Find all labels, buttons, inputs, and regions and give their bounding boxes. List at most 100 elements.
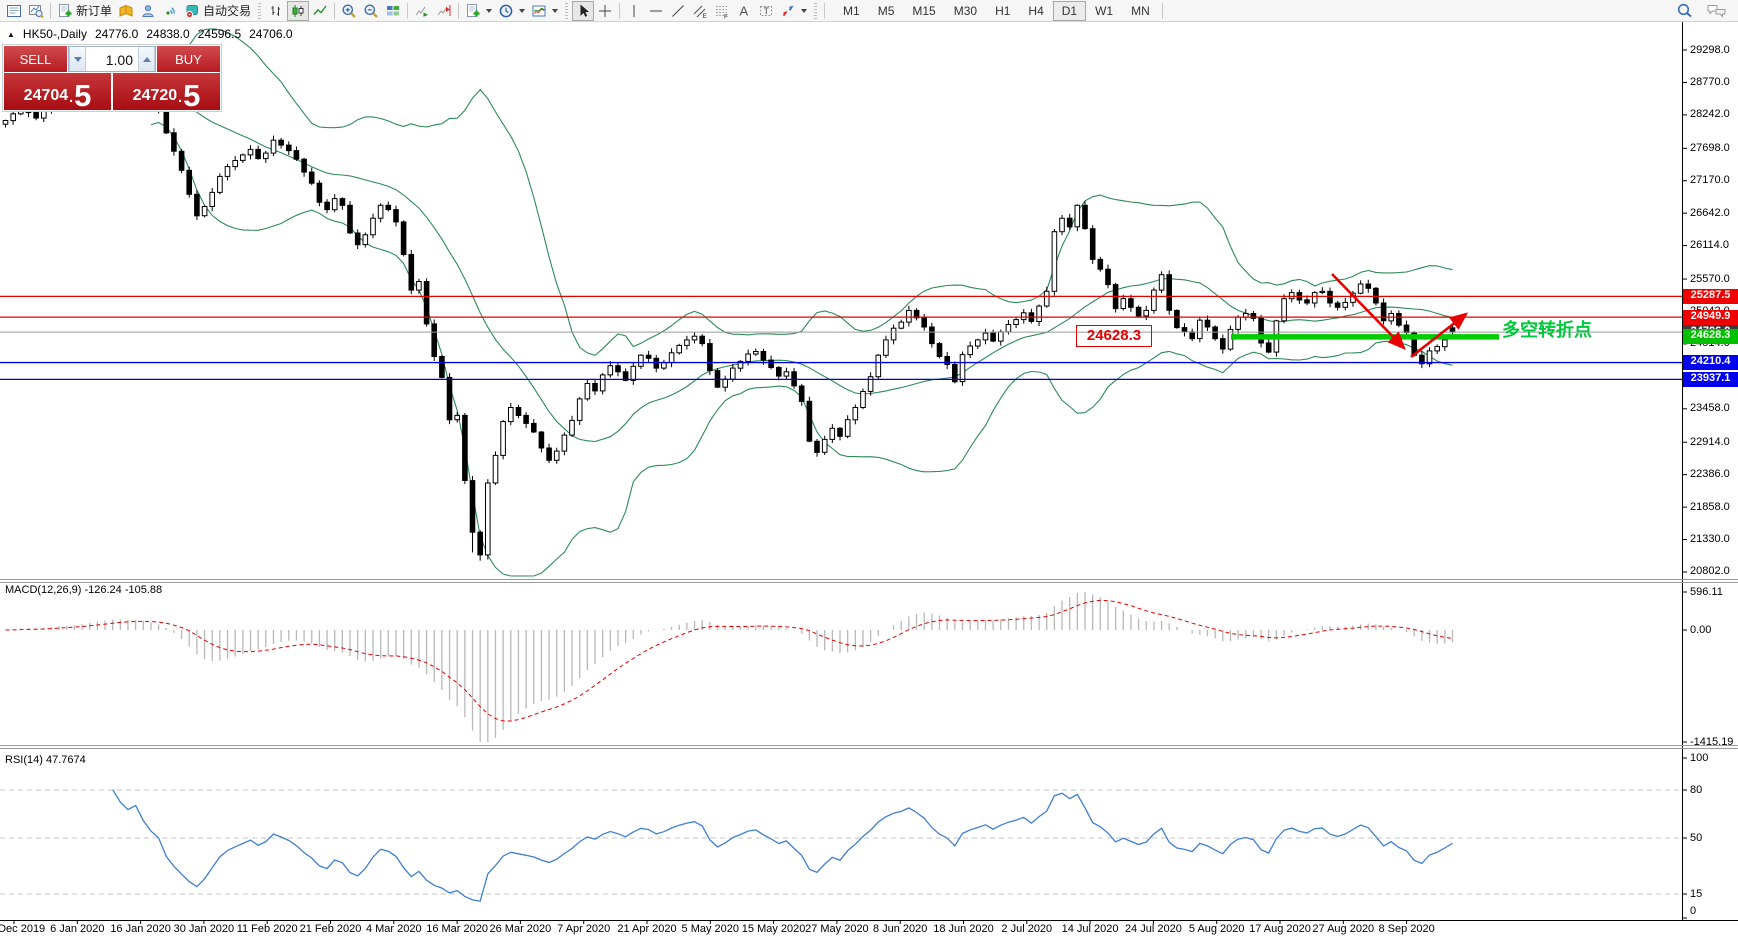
svg-text:A: A <box>740 3 749 18</box>
zoom-in-button[interactable] <box>338 1 360 21</box>
chart-shift-icon <box>436 3 452 19</box>
periods-button[interactable] <box>495 1 528 21</box>
chart-canvas <box>0 0 1738 937</box>
vertical-line-button[interactable] <box>623 1 645 21</box>
trendline-icon <box>670 3 686 19</box>
mql5-community-button[interactable] <box>137 1 159 21</box>
decrease-caret-icon <box>74 57 82 62</box>
volume-decrease-button[interactable] <box>69 47 86 71</box>
buy-price[interactable]: 24720.5 <box>113 73 220 110</box>
toolbar-separator <box>334 3 335 19</box>
toolbar-right <box>1676 2 1728 20</box>
terminal-panel-button[interactable] <box>3 1 25 21</box>
toolbar-drag-handle[interactable] <box>258 3 261 19</box>
timeframe-button-M1[interactable]: M1 <box>834 1 869 21</box>
price-tag: 24949.9 <box>1683 310 1738 325</box>
price-level-annotation[interactable]: 24628.3 <box>1076 325 1152 347</box>
price-tag: 24210.4 <box>1683 355 1738 370</box>
timeframe-button-M15[interactable]: M15 <box>903 1 944 21</box>
chat-icon[interactable] <box>1706 2 1728 20</box>
equidistant-channel-button[interactable]: E <box>689 1 711 21</box>
price-axis-tick: 22914.0 <box>1690 436 1730 448</box>
bar-chart-button[interactable] <box>265 1 287 21</box>
toolbar-separator <box>50 3 51 19</box>
ohlc-close: 24706.0 <box>249 27 292 41</box>
arrows-button[interactable] <box>777 1 810 21</box>
signals-button[interactable] <box>159 1 181 21</box>
zoom-out-button[interactable] <box>360 1 382 21</box>
candlestick-chart-button[interactable] <box>287 1 309 21</box>
timeframe-button-MN[interactable]: MN <box>1122 1 1159 21</box>
auto-trading-label: 自动交易 <box>203 2 251 19</box>
chart-title: ▲ HK50-,Daily 24776.0 24838.0 24596.5 24… <box>7 27 293 41</box>
tile-windows-button[interactable] <box>382 1 404 21</box>
timeframe-button-W1[interactable]: W1 <box>1086 1 1122 21</box>
horizontal-line-button[interactable] <box>645 1 667 21</box>
price-axis-tick: 20802.0 <box>1690 565 1730 577</box>
sell-price[interactable]: 24704.5 <box>4 73 111 110</box>
line-chart-icon <box>312 3 328 19</box>
auto-trading-button[interactable]: 自动交易 <box>181 1 254 21</box>
templates-button[interactable] <box>528 1 561 21</box>
price-axis-tick: 26114.0 <box>1690 239 1729 251</box>
collapse-panel-icon[interactable]: ▲ <box>7 30 15 39</box>
toolbar-separator <box>458 3 459 19</box>
price-tag: 24628.3 <box>1683 329 1738 344</box>
price-axis-tick: 27698.0 <box>1690 142 1730 154</box>
chart-preview-icon <box>28 3 44 19</box>
ohlc-low: 24596.5 <box>198 27 241 41</box>
crosshair-button[interactable] <box>594 1 616 21</box>
timeframe-button-H1[interactable]: H1 <box>986 1 1019 21</box>
terminal-panel-icon <box>6 3 22 19</box>
book-icon <box>118 3 134 19</box>
price-axis-tick: 23458.0 <box>1690 402 1730 414</box>
volume-increase-button[interactable] <box>138 47 155 71</box>
auto-scroll-button[interactable] <box>411 1 433 21</box>
trendline-button[interactable] <box>667 1 689 21</box>
toolbar-drag-handle[interactable] <box>565 3 568 19</box>
cursor-button[interactable] <box>572 1 594 21</box>
timeframe-button-H4[interactable]: H4 <box>1019 1 1052 21</box>
new-order-button[interactable]: 新订单 <box>54 1 115 21</box>
search-icon[interactable] <box>1676 2 1694 20</box>
dropdown-caret-icon <box>552 9 558 13</box>
price-tag: 23937.1 <box>1683 372 1738 387</box>
price-tag: 25287.5 <box>1683 289 1738 304</box>
chart-symbol-period: HK50-,Daily <box>23 27 87 41</box>
fibonacci-icon: F <box>714 3 730 19</box>
auto-trading-icon <box>184 3 200 19</box>
indicators-icon <box>465 3 481 19</box>
chart-shift-button[interactable] <box>433 1 455 21</box>
main-toolbar: 新订单 自动交易 <box>0 0 1738 22</box>
text-button[interactable]: A <box>733 1 755 21</box>
rsi-axis-tick: 0 <box>1690 905 1696 917</box>
candlestick-chart-icon <box>290 3 306 19</box>
price-axis-tick: 22386.0 <box>1690 468 1730 480</box>
price-axis-tick: 25570.0 <box>1690 273 1730 285</box>
line-chart-button[interactable] <box>309 1 331 21</box>
rsi-axis-tick: 80 <box>1690 784 1702 796</box>
price-axis-tick: 28242.0 <box>1690 108 1730 120</box>
toolbar-drag-handle[interactable] <box>814 3 817 19</box>
chart-preview-button[interactable] <box>25 1 47 21</box>
buy-button[interactable]: BUY <box>157 46 220 72</box>
fibonacci-button[interactable]: F <box>711 1 733 21</box>
rsi-axis-tick: 15 <box>1690 888 1702 900</box>
volume-input[interactable]: 1.00 <box>86 47 138 71</box>
timeframe-button-D1[interactable]: D1 <box>1053 1 1086 21</box>
sell-button[interactable]: SELL <box>4 46 67 72</box>
auto-scroll-icon <box>414 3 430 19</box>
cursor-icon <box>575 3 591 19</box>
market-button[interactable] <box>115 1 137 21</box>
dropdown-caret-icon <box>519 9 525 13</box>
macd-axis-tick: -1415.19 <box>1690 736 1733 748</box>
timeframe-toolbar: M1M5M15M30H1H4D1W1MN <box>834 1 1159 21</box>
macd-axis-tick: 0.00 <box>1690 624 1711 636</box>
equidistant-channel-icon: E <box>692 3 708 19</box>
timeframe-button-M30[interactable]: M30 <box>945 1 986 21</box>
indicators-button[interactable] <box>462 1 495 21</box>
text-label-button[interactable]: T <box>755 1 777 21</box>
macd-indicator-label: MACD(12,26,9) -126.24 -105.88 <box>5 584 162 596</box>
timeframe-button-M5[interactable]: M5 <box>869 1 904 21</box>
one-click-trading-panel: SELL 1.00 BUY 24704.5 24720.5 <box>2 44 222 112</box>
